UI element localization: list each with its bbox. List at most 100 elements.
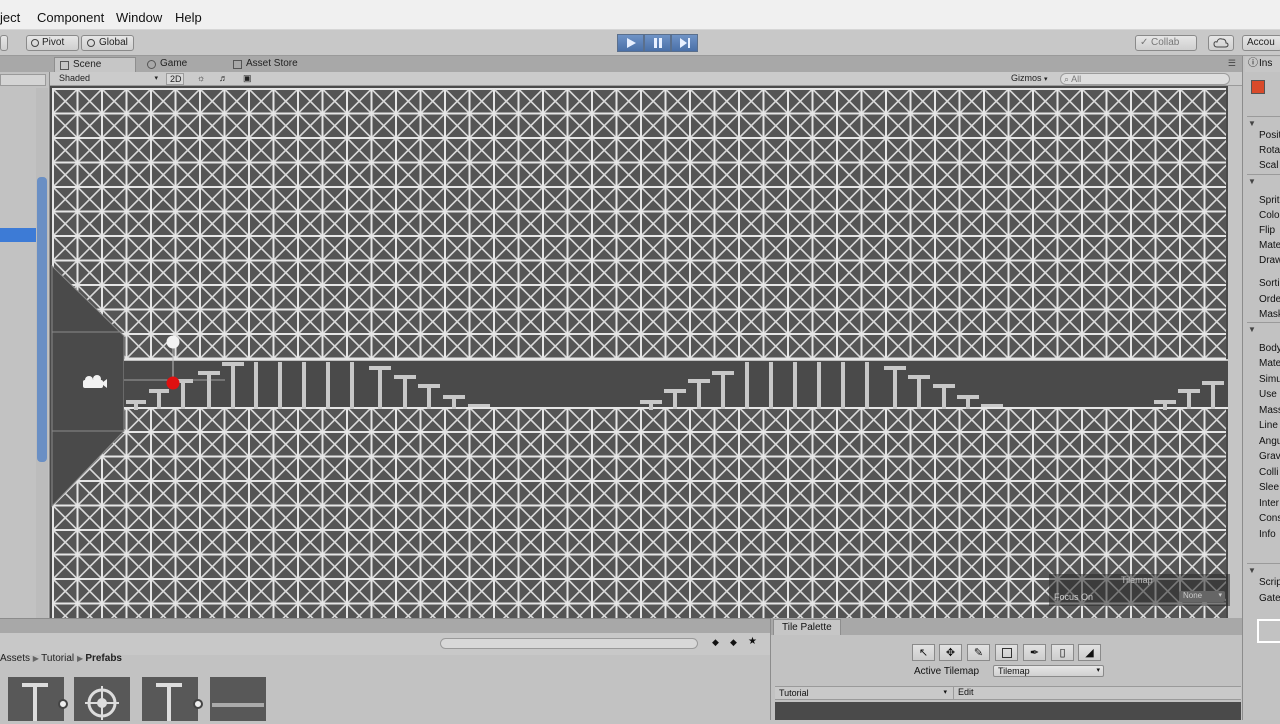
hierarchy-tab[interactable]	[0, 56, 50, 72]
tab-asset-store[interactable]: Asset Store	[228, 57, 318, 72]
breadcrumb-assets[interactable]: Assets	[0, 653, 30, 664]
menu-help[interactable]: Help	[175, 10, 202, 25]
upper-tile-block	[52, 88, 1226, 360]
hierarchy-panel	[0, 56, 50, 618]
inspector-field-label: Inter	[1259, 498, 1280, 509]
pivot-button[interactable]: Pivot	[26, 35, 79, 51]
arrow-icon: ↖	[918, 647, 929, 659]
inspector-field-label: Mask	[1259, 309, 1280, 320]
add-component-button[interactable]	[1257, 619, 1280, 643]
search-icon: ⌕	[1064, 74, 1070, 84]
speaker-icon: ♬	[219, 73, 228, 83]
pause-button[interactable]	[644, 34, 671, 52]
scene-tab-bar: Scene Game Asset Store ☰	[50, 56, 1242, 72]
tab-game[interactable]: Game	[142, 57, 206, 72]
object-cube-icon	[1251, 80, 1265, 94]
gizmos-dropdown[interactable]: Gizmos ▾	[1008, 73, 1054, 85]
menu-window[interactable]: Window	[116, 10, 162, 25]
mode-2d-label: 2D	[170, 74, 182, 84]
tab-scene-label: Scene	[73, 59, 102, 70]
menu-project[interactable]: ject	[0, 10, 20, 25]
play-button[interactable]	[617, 34, 644, 52]
hierarchy-scroll-thumb[interactable]	[37, 177, 47, 462]
tab-asset-store-label: Asset Store	[246, 58, 298, 69]
tile-palette-panel: Tile Palette ↖ ✥ ✎ ✒ ▯ ◢ Active Tilemap …	[770, 618, 1243, 720]
inspector-tab[interactable]: ⓘ Ins	[1245, 57, 1280, 72]
erase-tool-button[interactable]: ▯	[1051, 644, 1074, 661]
tag-icon[interactable]: ◆	[730, 637, 737, 648]
collab-button[interactable]: ✓ Collab	[1135, 35, 1197, 51]
select-tool-button[interactable]: ↖	[912, 644, 935, 661]
foldout-arrow-icon[interactable]: ▼	[1248, 177, 1256, 186]
toolbar-cut-button[interactable]	[0, 35, 8, 51]
fill-tool-button[interactable]: ◢	[1078, 644, 1101, 661]
globe-icon	[87, 39, 95, 47]
prefab-thumbnail[interactable]	[142, 677, 198, 721]
inspector-field-label: Info	[1259, 529, 1276, 540]
tile-palette-tab-bar: Tile Palette	[771, 618, 1243, 635]
hierarchy-search[interactable]	[0, 74, 46, 86]
tab-scene[interactable]: Scene	[54, 57, 136, 72]
image-icon: ▣	[243, 73, 252, 83]
scene-viewport[interactable]	[50, 86, 1242, 618]
move-tool-button[interactable]: ✥	[939, 644, 962, 661]
prefab-thumbnail[interactable]	[210, 677, 266, 721]
scene-vertical-scrollbar[interactable]	[1228, 86, 1242, 618]
breadcrumb: Assets ▶ Tutorial ▶ Prefabs	[0, 653, 122, 664]
audio-toggle[interactable]: ♬	[216, 73, 232, 85]
palette-grid-area[interactable]	[775, 702, 1241, 720]
inspector-field-label: Body	[1259, 343, 1280, 354]
foldout-arrow-icon[interactable]: ▼	[1248, 119, 1256, 128]
palette-dropdown[interactable]: Tutorial ▾	[779, 688, 949, 699]
account-button[interactable]: Accou	[1242, 35, 1280, 51]
tilemap-overlay-title: Tilemap	[1121, 575, 1153, 585]
active-tilemap-dropdown[interactable]: Tilemap ▾	[993, 665, 1104, 677]
lock-icon[interactable]: ◆	[712, 637, 719, 648]
effects-dropdown[interactable]: ▣	[240, 73, 262, 85]
inspector-field-label: Simu	[1259, 374, 1280, 385]
shading-mode-dropdown[interactable]: Shaded ▾	[56, 73, 160, 85]
move-icon: ✥	[945, 647, 956, 659]
pause-icon	[653, 38, 662, 48]
prefab-thumbnail[interactable]	[74, 677, 130, 721]
foldout-arrow-icon[interactable]: ▼	[1248, 325, 1256, 334]
focus-on-dropdown[interactable]: None ▾	[1179, 591, 1225, 602]
pillar-icon	[156, 683, 182, 721]
inspector-field-label: Slee	[1259, 482, 1280, 493]
step-button[interactable]	[671, 34, 698, 52]
star-icon[interactable]: ★	[748, 636, 757, 647]
lighting-toggle[interactable]: ☼	[194, 73, 210, 85]
cloud-button[interactable]	[1208, 35, 1234, 51]
box-fill-tool-button[interactable]	[995, 644, 1018, 661]
project-search-input[interactable]	[440, 638, 698, 649]
inspector-field-label: Angu	[1259, 436, 1280, 447]
breadcrumb-prefabs[interactable]: Prefabs	[85, 653, 122, 664]
store-icon	[233, 60, 242, 69]
global-button[interactable]: Global	[81, 35, 134, 51]
inspector-field-label: Draw	[1259, 255, 1280, 266]
prefab-thumbnail[interactable]	[8, 677, 64, 721]
panel-menu-icon[interactable]: ☰	[1228, 58, 1236, 69]
chevron-down-icon: ▾	[1096, 667, 1100, 674]
scene-search-placeholder: All	[1071, 74, 1082, 84]
breadcrumb-tutorial[interactable]: Tutorial	[41, 653, 74, 664]
scene-icon	[60, 61, 69, 70]
foldout-arrow-icon[interactable]: ▼	[1248, 566, 1256, 575]
tab-tile-palette[interactable]: Tile Palette	[773, 619, 841, 635]
scene-canvas	[50, 86, 1242, 618]
scene-toolbar: Shaded ▾ 2D ☼ ♬ ▣ Gizmos ▾ ⌕ All	[50, 72, 1242, 86]
edit-palette-button[interactable]: Edit	[953, 687, 977, 699]
scene-search-input[interactable]: ⌕ All	[1060, 73, 1230, 85]
mode-2d-button[interactable]: 2D	[166, 73, 184, 85]
hierarchy-selected-item[interactable]	[0, 228, 36, 242]
tab-game-label: Game	[160, 58, 188, 69]
inspector-field-label: Sprit	[1259, 195, 1280, 206]
play-icon	[626, 38, 636, 48]
inspector-field-label: Use	[1259, 389, 1277, 400]
inspector-field-label: Posit	[1259, 130, 1280, 141]
inspector-field-label: Mass	[1259, 405, 1280, 416]
picker-tool-button[interactable]: ✒	[1023, 644, 1046, 661]
paint-tool-button[interactable]: ✎	[967, 644, 990, 661]
pivot-label: Pivot	[42, 37, 65, 48]
menu-component[interactable]: Component	[37, 10, 104, 25]
